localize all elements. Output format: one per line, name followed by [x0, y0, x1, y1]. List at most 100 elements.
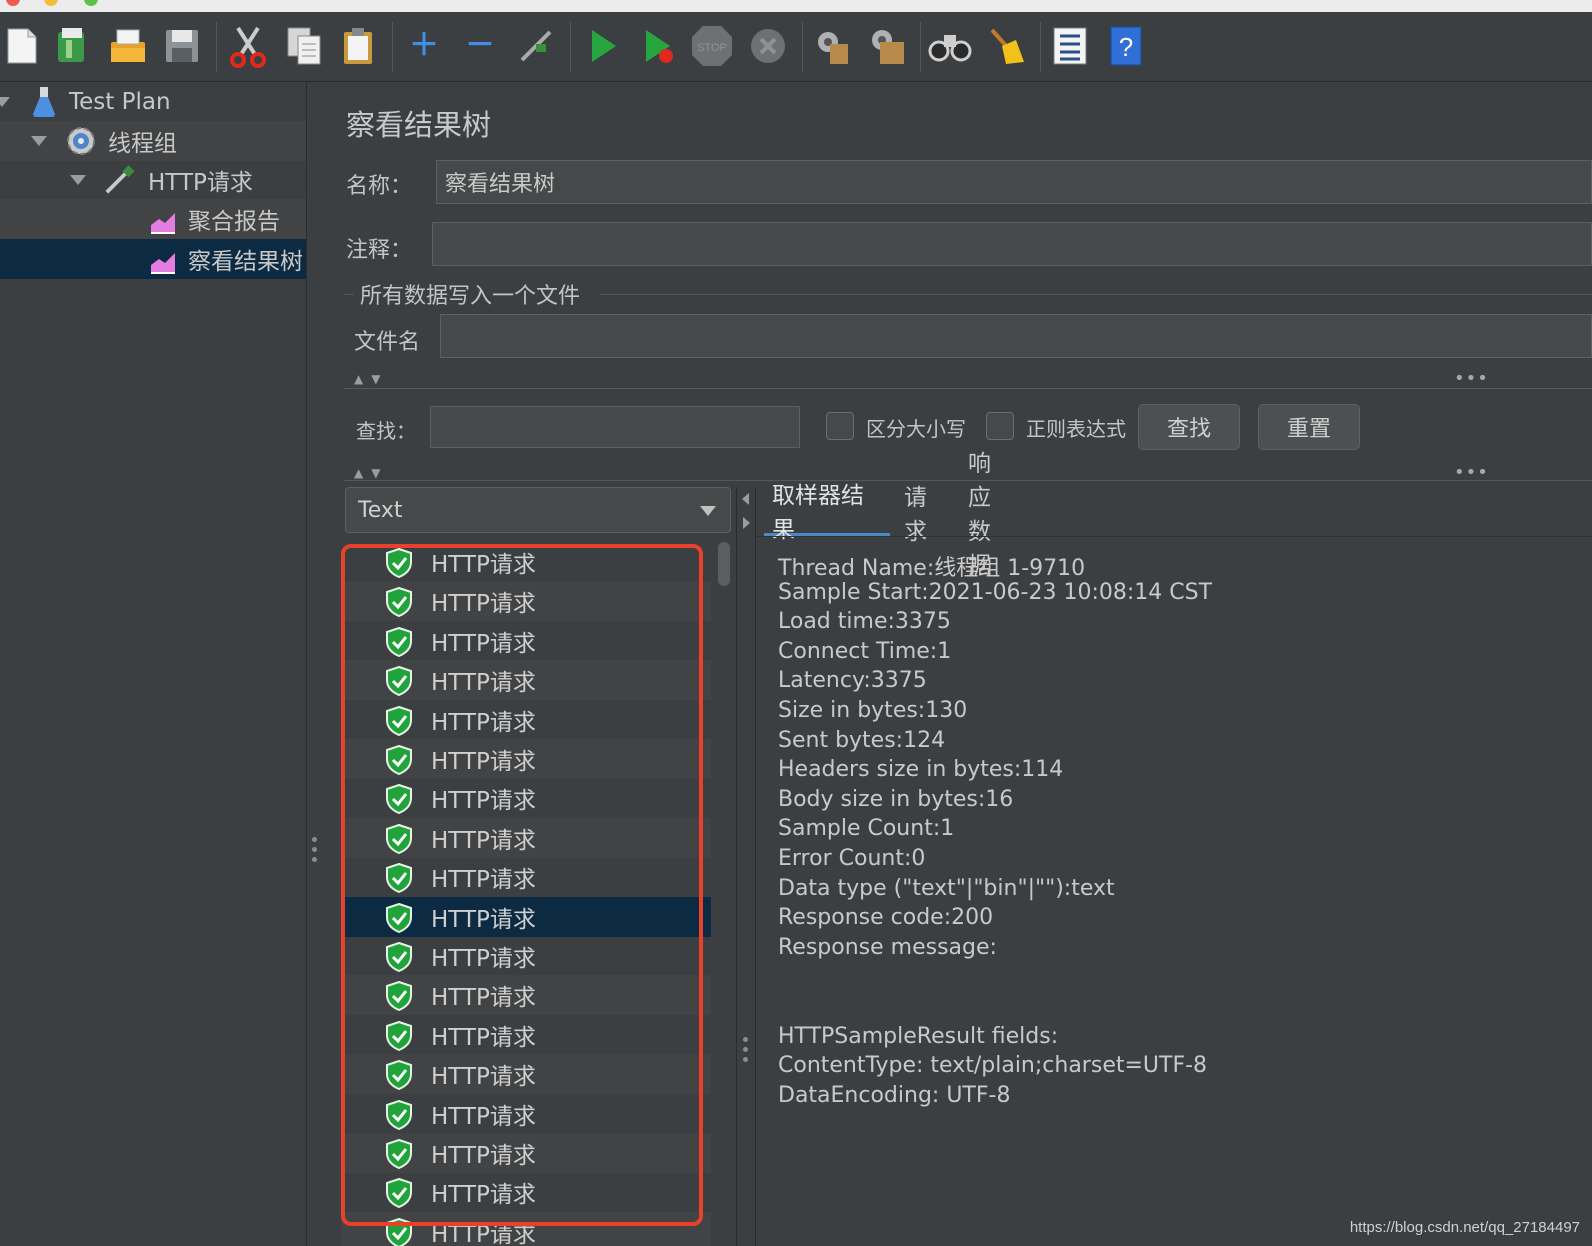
- collapse-left-icon[interactable]: [742, 493, 749, 505]
- new-icon[interactable]: [0, 24, 44, 68]
- list-item[interactable]: HTTP请求: [341, 1133, 711, 1173]
- name-label: 名称：: [346, 174, 413, 199]
- splitter-grip: [743, 1037, 748, 1042]
- tab-sampler-result[interactable]: 取样器结果: [764, 483, 890, 543]
- svg-text:?: ?: [1119, 32, 1133, 62]
- list-item[interactable]: HTTP请求: [341, 700, 711, 740]
- list-item[interactable]: HTTP请求: [341, 621, 711, 661]
- list-item[interactable]: HTTP请求: [341, 817, 711, 858]
- test-plan-tree: Test Plan 线程组 HTTP请求 聚合报告 察看结果树: [0, 82, 306, 1246]
- clear-all-icon[interactable]: [866, 24, 910, 68]
- open-icon[interactable]: [106, 24, 150, 68]
- result-line: Response message:: [778, 934, 997, 960]
- list-item[interactable]: HTTP请求: [341, 1015, 711, 1055]
- list-item-label: HTTP请求: [431, 788, 536, 815]
- result-line: Thread Name:线程组 1-9710: [778, 556, 1086, 581]
- filename-field[interactable]: [440, 314, 1592, 358]
- write-all-data-group-label: 所有数据写入一个文件: [360, 284, 581, 309]
- toolbar-separator: [570, 22, 571, 72]
- list-item-label: HTTP请求: [431, 709, 536, 736]
- find-button[interactable]: 查找: [1138, 404, 1240, 450]
- list-item[interactable]: HTTP请求: [341, 660, 711, 701]
- success-shield-icon: [385, 547, 413, 579]
- toolbar-separator: [920, 22, 921, 72]
- list-item[interactable]: HTTP请求: [341, 581, 711, 622]
- result-line: Latency:3375: [778, 668, 927, 694]
- reset-search-icon[interactable]: [984, 24, 1028, 68]
- search-icon[interactable]: [928, 24, 972, 68]
- results-splitter[interactable]: [736, 487, 756, 1246]
- list-item[interactable]: HTTP请求: [341, 1211, 711, 1246]
- success-shield-icon: [385, 823, 413, 854]
- list-item-label: HTTP请求: [431, 1103, 536, 1130]
- regex-checkbox[interactable]: [986, 412, 1014, 440]
- expand-arrow-icon[interactable]: [31, 136, 47, 146]
- renderer-select[interactable]: Text: [345, 487, 731, 533]
- tree-item-label: Test Plan: [69, 89, 171, 115]
- list-item[interactable]: HTTP请求: [341, 739, 711, 779]
- result-line: Error Count:0: [778, 846, 926, 871]
- list-item[interactable]: HTTP请求: [341, 1172, 711, 1212]
- list-item-label: HTTP请求: [431, 591, 536, 618]
- result-line: Sent bytes:124: [778, 727, 946, 753]
- tree-item-aggregate-report[interactable]: 聚合报告: [0, 199, 306, 239]
- tree-item-test-plan[interactable]: Test Plan: [0, 82, 306, 122]
- save-icon[interactable]: [160, 24, 204, 68]
- list-item[interactable]: HTTP请求: [341, 542, 711, 582]
- close-window-button[interactable]: [6, 0, 20, 6]
- list-item[interactable]: HTTP请求: [341, 936, 711, 976]
- pipette-icon: [104, 164, 136, 196]
- tree-item-thread-group[interactable]: 线程组: [0, 121, 306, 161]
- list-item[interactable]: HTTP请求: [341, 975, 711, 1016]
- list-item-label: HTTP请求: [431, 827, 536, 854]
- clear-icon[interactable]: [810, 24, 854, 68]
- templates-icon[interactable]: [50, 24, 94, 68]
- list-item[interactable]: HTTP请求: [341, 1054, 711, 1095]
- collapse-expand-arrows[interactable]: ▲▼: [354, 466, 388, 480]
- toolbar-separator: [392, 22, 393, 72]
- tab-request[interactable]: 请求: [896, 485, 935, 545]
- expand-icon[interactable]: ＋: [402, 24, 446, 68]
- splitter-grip: [312, 837, 317, 842]
- list-item[interactable]: HTTP请求: [341, 896, 711, 937]
- case-sensitive-checkbox[interactable]: [826, 412, 854, 440]
- collapse-expand-arrows[interactable]: ▲▼: [354, 372, 388, 386]
- list-item[interactable]: HTTP请求: [341, 1094, 711, 1134]
- more-icon[interactable]: •••: [1454, 368, 1489, 389]
- zoom-window-button[interactable]: [84, 0, 98, 6]
- results-scrollbar[interactable]: [718, 542, 730, 586]
- function-helper-icon[interactable]: [1048, 24, 1092, 68]
- tree-item-label: HTTP请求: [148, 170, 253, 196]
- start-no-pause-icon[interactable]: [636, 24, 680, 68]
- tree-item-http-request[interactable]: HTTP请求: [0, 160, 306, 200]
- copy-icon[interactable]: [282, 24, 326, 68]
- cut-icon[interactable]: [226, 24, 270, 68]
- shutdown-icon[interactable]: [746, 24, 790, 68]
- expand-arrow-icon[interactable]: [70, 175, 86, 185]
- name-field[interactable]: 察看结果树: [436, 160, 1592, 204]
- window-title-strip: [0, 0, 1592, 12]
- search-input[interactable]: [430, 406, 800, 448]
- comment-field[interactable]: [432, 222, 1592, 266]
- tab-response-data[interactable]: 响应数据: [960, 451, 999, 579]
- paste-icon[interactable]: [336, 24, 380, 68]
- expand-arrow-icon[interactable]: [0, 97, 10, 107]
- list-item[interactable]: HTTP请求: [341, 778, 711, 818]
- collapse-right-icon[interactable]: [743, 517, 750, 529]
- tree-item-view-results-tree[interactable]: 察看结果树: [0, 239, 306, 279]
- reset-button[interactable]: 重置: [1258, 404, 1360, 450]
- tree-splitter[interactable]: [306, 82, 324, 1246]
- comment-label: 注释：: [346, 238, 413, 263]
- list-item-label: HTTP请求: [431, 946, 536, 972]
- start-icon[interactable]: [580, 24, 624, 68]
- success-shield-icon: [385, 744, 413, 776]
- success-shield-icon: [385, 587, 413, 618]
- success-shield-icon: [385, 1217, 413, 1246]
- help-icon[interactable]: ?: [1104, 24, 1148, 68]
- stop-icon[interactable]: STOP: [690, 24, 734, 68]
- toggle-icon[interactable]: [514, 24, 558, 68]
- gear-icon: [65, 125, 97, 157]
- minimize-window-button[interactable]: [44, 0, 58, 6]
- collapse-icon[interactable]: －: [458, 24, 502, 68]
- list-item[interactable]: HTTP请求: [341, 857, 711, 897]
